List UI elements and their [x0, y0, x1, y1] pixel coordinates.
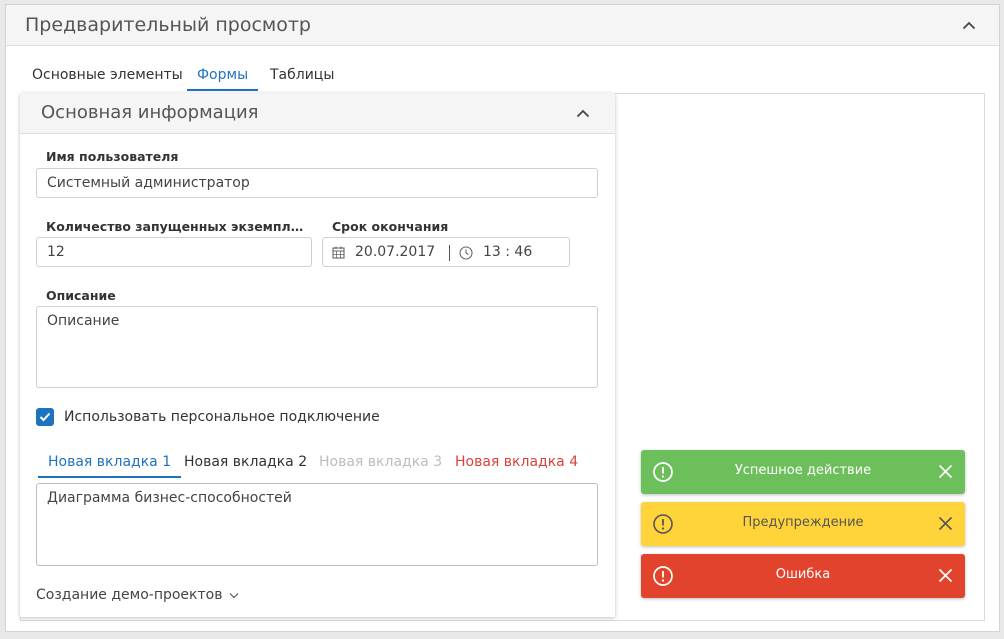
username-input[interactable]: Системный администратор [36, 168, 598, 198]
card-collapse-chevron-up-icon[interactable] [576, 109, 590, 118]
card-header[interactable]: Основная информация [20, 93, 615, 134]
description-label: Описание [46, 288, 116, 303]
demo-projects-label: Создание демо-проектов [36, 587, 223, 603]
card-title: Основная информация [41, 102, 259, 123]
close-icon[interactable] [938, 568, 953, 583]
collapse-chevron-up-icon[interactable] [962, 21, 976, 30]
tab-tables[interactable]: Таблицы [270, 67, 334, 89]
inner-tab-4[interactable]: Новая вкладка 4 [455, 454, 578, 476]
inner-tab-2[interactable]: Новая вкладка 2 [184, 454, 307, 476]
toast-error: Ошибка [641, 554, 965, 598]
toast-warning: Предупреждение [641, 502, 965, 546]
tab-basic-elements[interactable]: Основные элементы [32, 67, 183, 89]
chevron-down-icon [229, 592, 239, 598]
checkmark-icon [39, 412, 51, 422]
deadline-datetime-field[interactable]: 20.07.2017 13 : 46 [322, 237, 570, 267]
close-icon[interactable] [938, 464, 953, 479]
personal-connection-checkbox[interactable] [36, 408, 54, 426]
inner-tab-content[interactable]: Диаграмма бизнес-способностей [36, 483, 598, 566]
instances-label: Количество запущенных экземпляров [46, 219, 310, 234]
description-textarea[interactable]: Описание [36, 306, 598, 388]
main-tabs: Основные элементы Формы Таблицы [6, 65, 606, 95]
tab-forms[interactable]: Формы [187, 67, 259, 91]
panel-title: Предварительный просмотр [25, 14, 311, 36]
toast-success-text: Успешное действие [734, 463, 872, 478]
close-icon[interactable] [938, 516, 953, 531]
instances-input[interactable]: 12 [36, 237, 312, 267]
calendar-icon[interactable] [332, 246, 345, 259]
deadline-date[interactable]: 20.07.2017 [355, 244, 435, 260]
inner-tab-3: Новая вкладка 3 [319, 454, 443, 470]
inner-tab-1[interactable]: Новая вкладка 1 [38, 454, 182, 478]
panel-header[interactable]: Предварительный просмотр [6, 5, 999, 46]
basic-info-card: Основная информация Имя пользователя Сис… [20, 93, 615, 617]
clock-icon[interactable] [459, 246, 473, 260]
toast-warning-text: Предупреждение [742, 515, 864, 530]
toast-success: Успешное действие [641, 450, 965, 494]
demo-projects-dropdown[interactable]: Создание демо-проектов [36, 587, 239, 603]
deadline-time[interactable]: 13 : 46 [483, 244, 532, 260]
username-label: Имя пользователя [46, 149, 179, 164]
deadline-label: Срок окончания [332, 219, 449, 234]
toast-error-text: Ошибка [775, 567, 831, 582]
personal-connection-label[interactable]: Использовать персональное подключение [64, 409, 380, 425]
datetime-divider [449, 245, 450, 261]
